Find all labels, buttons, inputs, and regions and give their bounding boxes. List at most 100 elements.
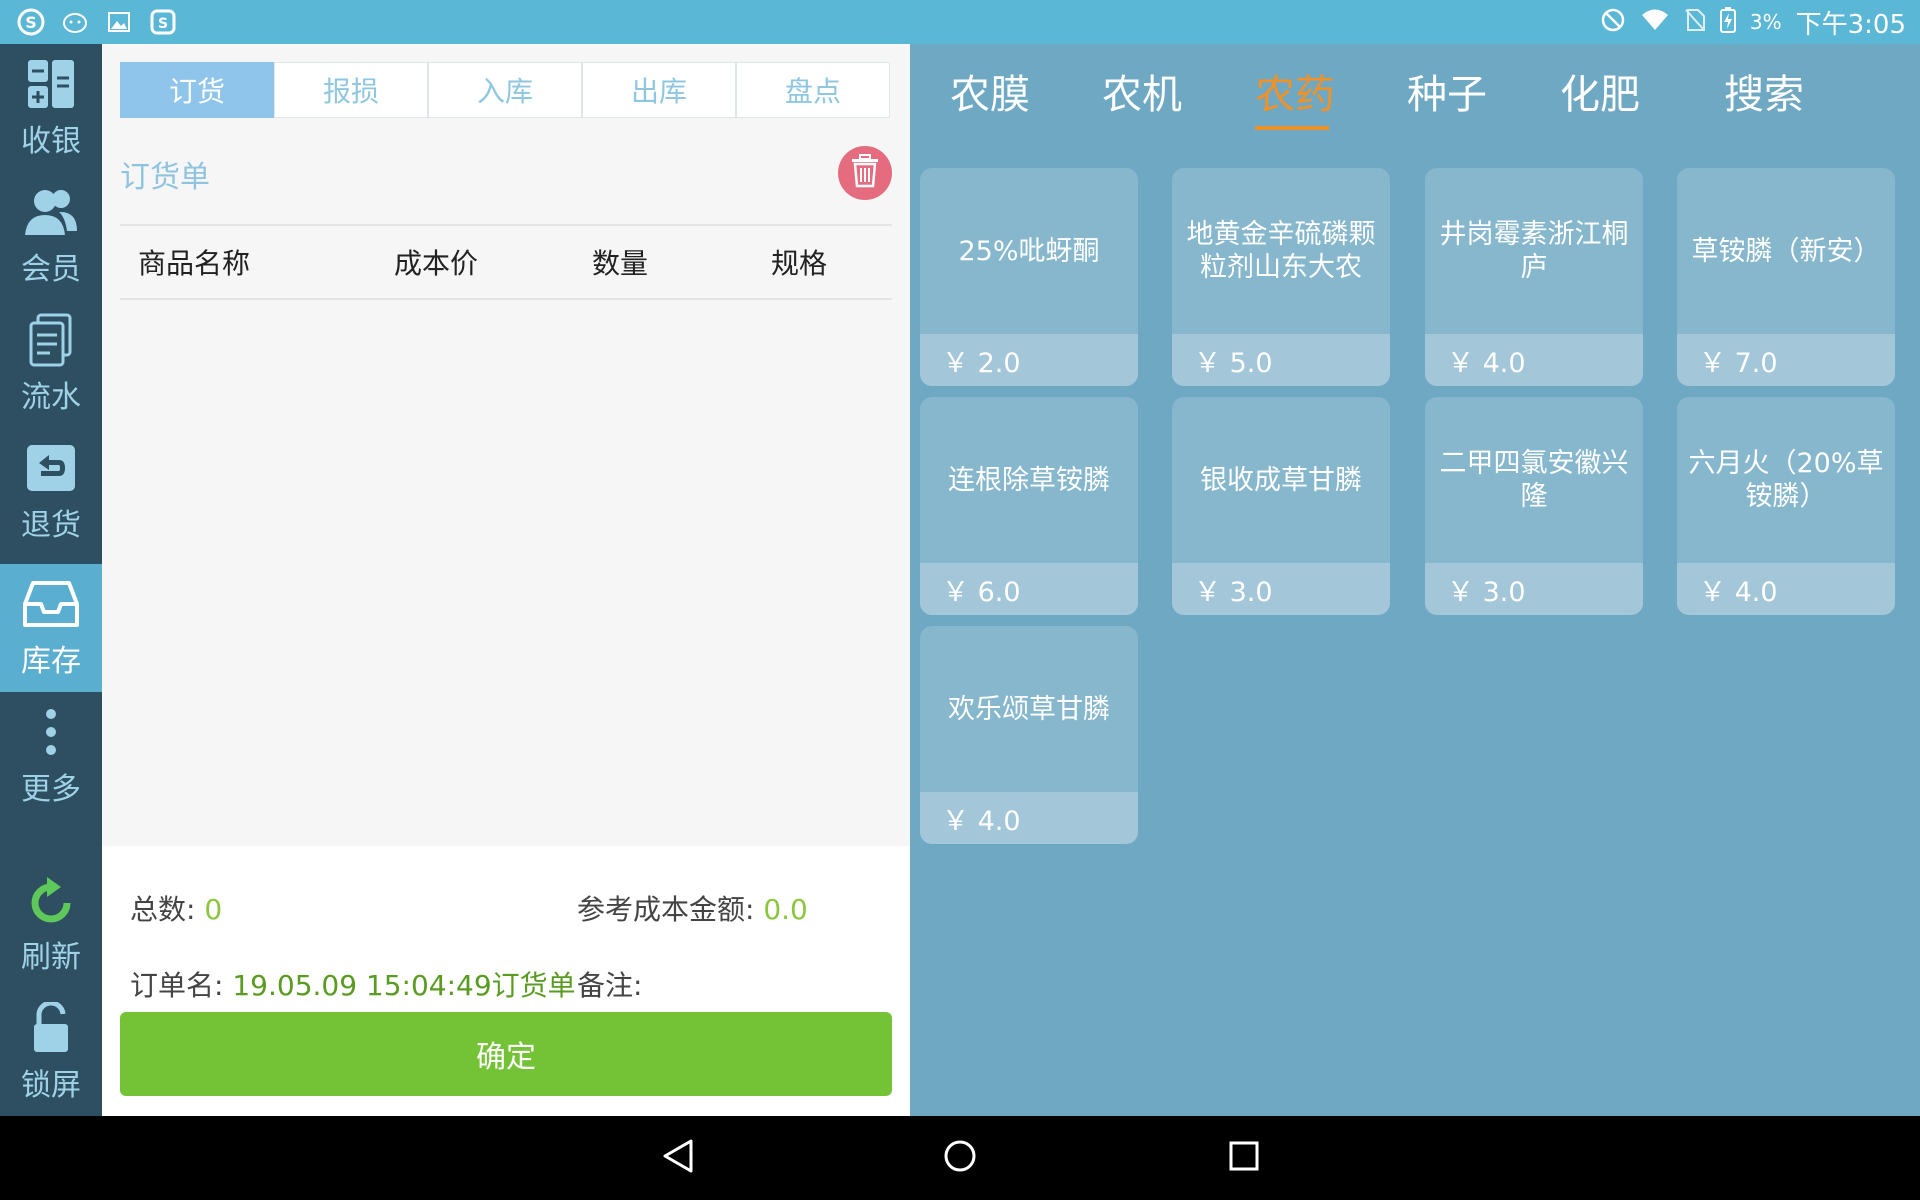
column-quantity: 数量 bbox=[592, 247, 649, 280]
product-card[interactable]: 银收成草甘膦 ￥ 3.0 bbox=[1172, 397, 1390, 615]
product-name: 六月火（20%草铵膦） bbox=[1688, 448, 1884, 512]
nav-item-member[interactable]: 会员 bbox=[0, 172, 102, 300]
product-card[interactable]: 井岗霉素浙江桐庐 ￥ 4.0 bbox=[1425, 168, 1643, 386]
remark[interactable]: 备注: bbox=[577, 964, 642, 1004]
status-bar: S S 3% 下午3:05 bbox=[0, 0, 1920, 44]
member-icon bbox=[23, 184, 79, 240]
product-catalog: 农膜 农机 农药 种子 化肥 搜索 25%吡蚜酮 ￥ 2.0 地黄金辛硫磷颗粒剂… bbox=[910, 44, 1920, 1116]
product-card[interactable]: 连根除草铵膦 ￥ 6.0 bbox=[920, 397, 1138, 615]
no-sim-icon bbox=[1684, 8, 1706, 37]
remark-label: 备注: bbox=[577, 969, 643, 1002]
return-icon bbox=[23, 440, 79, 496]
product-card[interactable]: 地黄金辛硫磷颗粒剂山东大农 ￥ 5.0 bbox=[1172, 168, 1390, 386]
product-price: ￥ 4.0 bbox=[1425, 334, 1643, 386]
order-panel: 订货 报损 入库 出库 盘点 订货单 商品名称 成本价 数量 规格 总数: 0 … bbox=[102, 44, 910, 1116]
confirm-button[interactable]: 确定 bbox=[120, 1012, 892, 1096]
category-tabs: 农膜 农机 农药 种子 化肥 搜索 bbox=[910, 44, 1920, 134]
nav-label: 会员 bbox=[21, 252, 81, 287]
product-name: 井岗霉素浙江桐庐 bbox=[1439, 219, 1629, 283]
column-spec: 规格 bbox=[771, 247, 828, 280]
product-name: 25%吡蚜酮 bbox=[958, 235, 1100, 267]
trash-icon bbox=[850, 154, 880, 192]
svg-text:S: S bbox=[25, 13, 37, 32]
home-icon bbox=[943, 1139, 977, 1177]
order-name[interactable]: 订单名: 19.05.09 15:04:49订货单 bbox=[130, 964, 576, 1004]
order-name-label: 订单名: bbox=[130, 969, 224, 1002]
total-count-value: 0 bbox=[204, 893, 223, 926]
ledger-icon bbox=[23, 312, 79, 368]
product-price: ￥ 4.0 bbox=[920, 792, 1138, 844]
product-price: ￥ 3.0 bbox=[1172, 563, 1390, 615]
category-machinery[interactable]: 农机 bbox=[1102, 62, 1182, 120]
product-price: ￥ 6.0 bbox=[920, 563, 1138, 615]
product-name: 二甲四氯安徽兴隆 bbox=[1439, 448, 1629, 512]
category-film[interactable]: 农膜 bbox=[950, 62, 1030, 120]
nav-label: 流水 bbox=[21, 380, 81, 415]
system-navigation-bar bbox=[0, 1116, 1920, 1200]
product-name: 草铵膦（新安） bbox=[1691, 235, 1881, 267]
nav-item-more[interactable]: 更多 bbox=[0, 692, 102, 820]
nav-item-lock[interactable]: 锁屏 bbox=[0, 988, 102, 1116]
side-nav: 收银 会员 流水 退货 库存 更多 刷新 锁屏 bbox=[0, 44, 102, 1116]
product-price: ￥ 3.0 bbox=[1425, 563, 1643, 615]
product-card[interactable]: 六月火（20%草铵膦） ￥ 4.0 bbox=[1677, 397, 1895, 615]
lock-icon bbox=[23, 1000, 79, 1056]
nav-label: 更多 bbox=[21, 772, 81, 807]
nav-label: 退货 bbox=[21, 508, 81, 543]
tab-damage[interactable]: 报损 bbox=[274, 62, 428, 118]
sogou-icon: S bbox=[16, 7, 46, 37]
product-card[interactable]: 草铵膦（新安） ￥ 7.0 bbox=[1677, 168, 1895, 386]
image-icon bbox=[104, 7, 134, 37]
battery-percent: 3% bbox=[1749, 10, 1782, 34]
product-card[interactable]: 欢乐颂草甘膦 ￥ 4.0 bbox=[920, 626, 1138, 844]
nav-item-cashier[interactable]: 收银 bbox=[0, 44, 102, 172]
recents-icon bbox=[1228, 1140, 1260, 1176]
nav-label: 收银 bbox=[21, 124, 81, 159]
reference-cost-label: 参考成本金额: bbox=[577, 893, 755, 926]
nav-item-return[interactable]: 退货 bbox=[0, 428, 102, 556]
product-card[interactable]: 二甲四氯安徽兴隆 ￥ 3.0 bbox=[1425, 397, 1643, 615]
category-search[interactable]: 搜索 bbox=[1724, 62, 1804, 120]
product-price: ￥ 2.0 bbox=[920, 334, 1138, 386]
back-button[interactable] bbox=[654, 1134, 702, 1182]
nav-label: 库存 bbox=[21, 644, 81, 679]
clear-order-button[interactable] bbox=[838, 146, 892, 200]
product-price: ￥ 5.0 bbox=[1172, 334, 1390, 386]
category-seed[interactable]: 种子 bbox=[1407, 62, 1487, 120]
category-fertilizer[interactable]: 化肥 bbox=[1560, 62, 1640, 120]
nav-label: 锁屏 bbox=[21, 1068, 81, 1103]
order-name-value[interactable]: 19.05.09 15:04:49订货单 bbox=[232, 969, 575, 1002]
nav-item-ledger[interactable]: 流水 bbox=[0, 300, 102, 428]
more-icon bbox=[23, 704, 79, 760]
product-price: ￥ 7.0 bbox=[1677, 334, 1895, 386]
inventory-icon bbox=[23, 576, 79, 632]
wifi-icon bbox=[1640, 8, 1670, 37]
product-card[interactable]: 25%吡蚜酮 ￥ 2.0 bbox=[920, 168, 1138, 386]
product-price: ￥ 4.0 bbox=[1677, 563, 1895, 615]
product-name: 银收成草甘膦 bbox=[1200, 464, 1362, 496]
home-button[interactable] bbox=[936, 1134, 984, 1182]
nav-label: 刷新 bbox=[21, 940, 81, 975]
tab-stock-out[interactable]: 出库 bbox=[582, 62, 736, 118]
app-icon: S bbox=[148, 7, 178, 37]
total-count: 总数: 0 bbox=[130, 888, 222, 928]
order-table-header: 商品名称 成本价 数量 规格 bbox=[120, 224, 892, 300]
active-category-indicator bbox=[1255, 126, 1329, 130]
nav-item-refresh[interactable]: 刷新 bbox=[0, 860, 102, 988]
reference-cost: 参考成本金额: 0.0 bbox=[577, 888, 808, 928]
total-count-label: 总数: bbox=[130, 893, 196, 926]
clock: 下午3:05 bbox=[1795, 9, 1906, 40]
nav-item-inventory[interactable]: 库存 bbox=[0, 564, 102, 692]
tab-stock-in[interactable]: 入库 bbox=[428, 62, 582, 118]
category-pesticide[interactable]: 农药 bbox=[1255, 62, 1335, 120]
refresh-icon bbox=[23, 872, 79, 928]
recents-button[interactable] bbox=[1220, 1134, 1268, 1182]
cat-icon bbox=[60, 7, 90, 37]
product-name: 连根除草铵膦 bbox=[948, 464, 1110, 496]
reference-cost-value: 0.0 bbox=[763, 893, 808, 926]
operation-tabs: 订货 报损 入库 出库 盘点 bbox=[120, 62, 890, 118]
order-title: 订货单 bbox=[120, 160, 210, 195]
tab-stocktake[interactable]: 盘点 bbox=[736, 62, 890, 118]
tab-order[interactable]: 订货 bbox=[120, 62, 274, 118]
svg-text:S: S bbox=[158, 16, 168, 32]
